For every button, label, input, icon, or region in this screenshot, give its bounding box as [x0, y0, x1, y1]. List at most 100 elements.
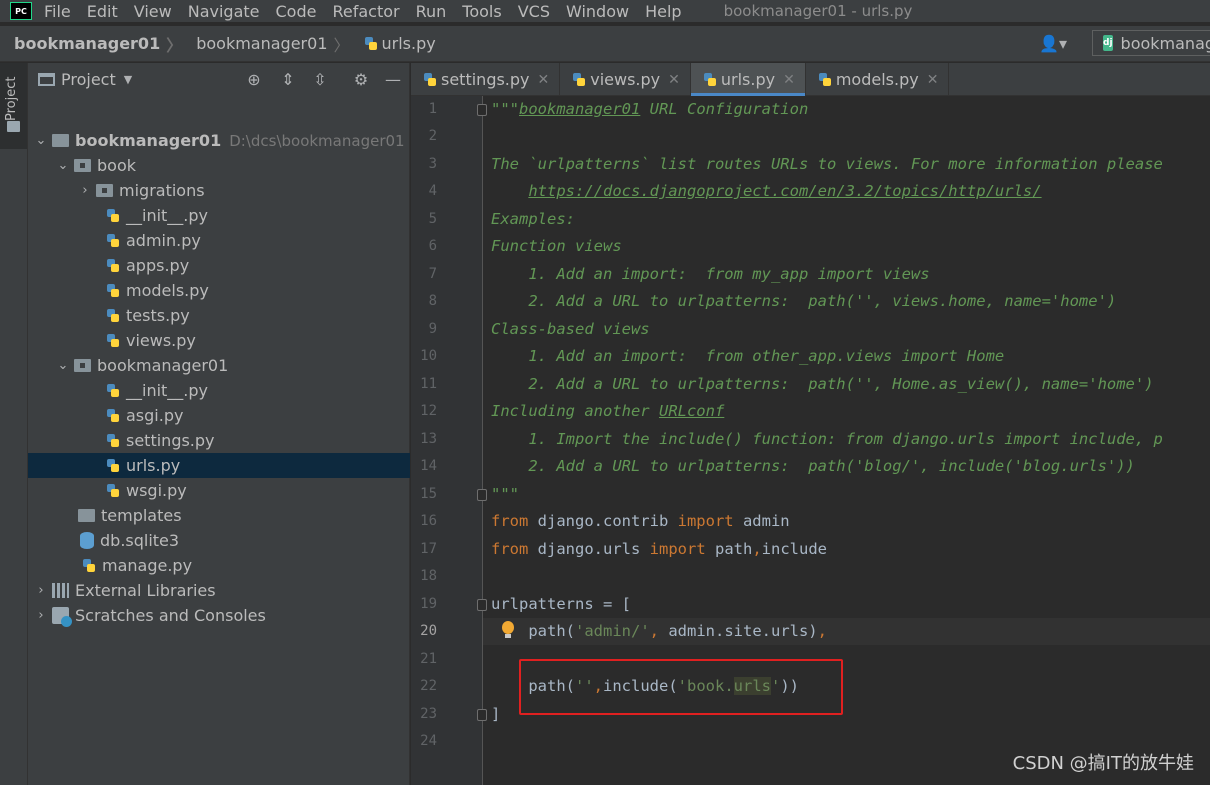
navigation-bar: bookmanager01 〉 bookmanager01 〉 urls.py 👤▾…: [0, 26, 1210, 62]
tree-item-wsgi[interactable]: wsgi.py: [28, 478, 410, 503]
folder-icon: [7, 121, 20, 132]
tree-item-label: admin.py: [126, 231, 201, 250]
chevron-right-icon[interactable]: ›: [34, 583, 48, 598]
menu-file[interactable]: File: [44, 2, 79, 21]
menu-help[interactable]: Help: [645, 2, 689, 21]
menu-view[interactable]: View: [134, 2, 180, 21]
tree-item-path: D:\dcs\bookmanager01: [229, 131, 405, 150]
line-number: 16: [420, 513, 437, 529]
tab-settings[interactable]: settings.py ✕: [411, 63, 561, 96]
line-number: 18: [420, 568, 437, 584]
tree-item-scratches[interactable]: › Scratches and Consoles: [28, 603, 410, 628]
menu-navigate[interactable]: Navigate: [188, 2, 268, 21]
breadcrumb-package[interactable]: bookmanager01 〉: [182, 32, 349, 56]
chevron-right-icon[interactable]: ›: [78, 183, 92, 198]
close-icon[interactable]: ✕: [668, 72, 680, 88]
breadcrumb-project[interactable]: bookmanager01 〉: [0, 32, 182, 56]
fold-marker-icon[interactable]: [477, 709, 487, 721]
lightbulb-icon[interactable]: [501, 621, 515, 641]
chevron-down-icon[interactable]: ⌄: [34, 133, 48, 148]
line-number: 10: [420, 348, 437, 364]
chevron-right-icon[interactable]: ›: [34, 608, 48, 623]
tab-label: settings.py: [441, 70, 530, 89]
pycharm-logo-icon: PC: [10, 2, 32, 20]
fold-marker-icon[interactable]: [477, 599, 487, 611]
user-icon[interactable]: 👤▾: [1036, 31, 1070, 55]
tree-item-admin[interactable]: admin.py: [28, 228, 410, 253]
tree-item-label: tests.py: [126, 306, 190, 325]
scratches-icon: [52, 607, 72, 627]
line-number: 14: [420, 458, 437, 474]
menu-run[interactable]: Run: [416, 2, 455, 21]
collapse-all-icon[interactable]: ⇳: [310, 69, 330, 89]
chevron-down-icon[interactable]: ⌄: [56, 158, 70, 173]
menu-refactor[interactable]: Refactor: [332, 2, 407, 21]
tree-item-urls[interactable]: urls.py: [28, 453, 410, 478]
tree-item-settings[interactable]: settings.py: [28, 428, 410, 453]
tree-item-tests[interactable]: tests.py: [28, 303, 410, 328]
tab-views[interactable]: views.py ✕: [560, 63, 691, 96]
tree-item-bookmanager01-package[interactable]: ⌄ bookmanager01: [28, 353, 410, 378]
tree-item-migrations[interactable]: › migrations: [28, 178, 410, 203]
tree-item-book-init[interactable]: __init__.py: [28, 203, 410, 228]
menu-vcs[interactable]: VCS: [518, 2, 558, 21]
tree-item-project-root[interactable]: ⌄ bookmanager01 D:\dcs\bookmanager01: [28, 128, 410, 153]
project-tool-window-button[interactable]: Project: [0, 63, 27, 149]
code-line-23: ]: [491, 705, 501, 723]
python-file-icon: [106, 333, 120, 349]
fold-marker-icon[interactable]: [477, 104, 487, 116]
close-icon[interactable]: ✕: [927, 72, 939, 88]
code-line-5: Examples:: [491, 210, 575, 228]
tab-label: views.py: [590, 70, 661, 89]
tab-urls[interactable]: urls.py ✕: [690, 63, 806, 96]
python-file-icon: [106, 308, 120, 324]
breadcrumb-separator-icon: 〉: [333, 35, 350, 55]
tree-item-models[interactable]: models.py: [28, 278, 410, 303]
menu-code[interactable]: Code: [276, 2, 325, 21]
documentation-link[interactable]: https://docs.djangoproject.com/en/3.2/to…: [528, 182, 1041, 200]
tree-item-label: urls.py: [126, 456, 181, 475]
run-configuration-selector[interactable]: dj bookmanager01: [1092, 30, 1210, 56]
package-folder-icon: [74, 159, 91, 172]
line-number: 5: [428, 211, 437, 227]
expand-all-icon[interactable]: ⇕: [278, 69, 298, 89]
tree-item-pkg-init[interactable]: __init__.py: [28, 378, 410, 403]
code-editor[interactable]: 1 2 3 4 5 6 7 8 9 10 11 12 13 14 15 16 1…: [411, 96, 1210, 785]
code-line-11: 2. Add a URL to urlpatterns: path('', Ho…: [491, 375, 1154, 393]
breadcrumb-file[interactable]: urls.py: [350, 34, 436, 53]
python-file-icon: [106, 283, 120, 299]
tree-item-manage[interactable]: manage.py: [28, 553, 410, 578]
line-number: 19: [420, 596, 437, 612]
close-icon[interactable]: ✕: [783, 72, 795, 88]
tab-models[interactable]: models.py ✕: [806, 63, 950, 96]
tree-item-external-libraries[interactable]: › External Libraries: [28, 578, 410, 603]
code-line-20: path('admin/', admin.site.urls),: [491, 622, 827, 640]
code-line-19: urlpatterns = [: [491, 595, 631, 613]
tree-item-label: views.py: [126, 331, 196, 350]
menu-edit[interactable]: Edit: [87, 2, 126, 21]
tree-item-book[interactable]: ⌄ book: [28, 153, 410, 178]
gear-icon[interactable]: ⚙: [351, 69, 371, 89]
tree-item-views[interactable]: views.py: [28, 328, 410, 353]
tree-item-templates[interactable]: templates: [28, 503, 410, 528]
line-number: 12: [420, 403, 437, 419]
locate-file-icon[interactable]: ⊕: [244, 69, 264, 89]
tree-item-db-sqlite3[interactable]: db.sqlite3: [28, 528, 410, 553]
fold-marker-icon[interactable]: [477, 489, 487, 501]
project-view-selector[interactable]: Project: [61, 70, 116, 89]
chevron-down-icon[interactable]: ▼: [124, 73, 132, 86]
code-line-1: """bookmanager01 URL Configuration: [491, 100, 809, 118]
hide-panel-icon[interactable]: —: [383, 69, 403, 89]
python-file-icon: [106, 258, 120, 274]
tree-item-asgi[interactable]: asgi.py: [28, 403, 410, 428]
line-number-gutter[interactable]: 1 2 3 4 5 6 7 8 9 10 11 12 13 14 15 16 1…: [411, 96, 487, 785]
menu-tools[interactable]: Tools: [462, 2, 509, 21]
menu-window[interactable]: Window: [566, 2, 637, 21]
python-file-icon: [106, 208, 120, 224]
line-number: 13: [420, 431, 437, 447]
close-icon[interactable]: ✕: [538, 72, 550, 88]
chevron-down-icon[interactable]: ⌄: [56, 358, 70, 373]
line-number: 7: [428, 266, 437, 282]
line-number: 11: [420, 376, 437, 392]
tree-item-apps[interactable]: apps.py: [28, 253, 410, 278]
